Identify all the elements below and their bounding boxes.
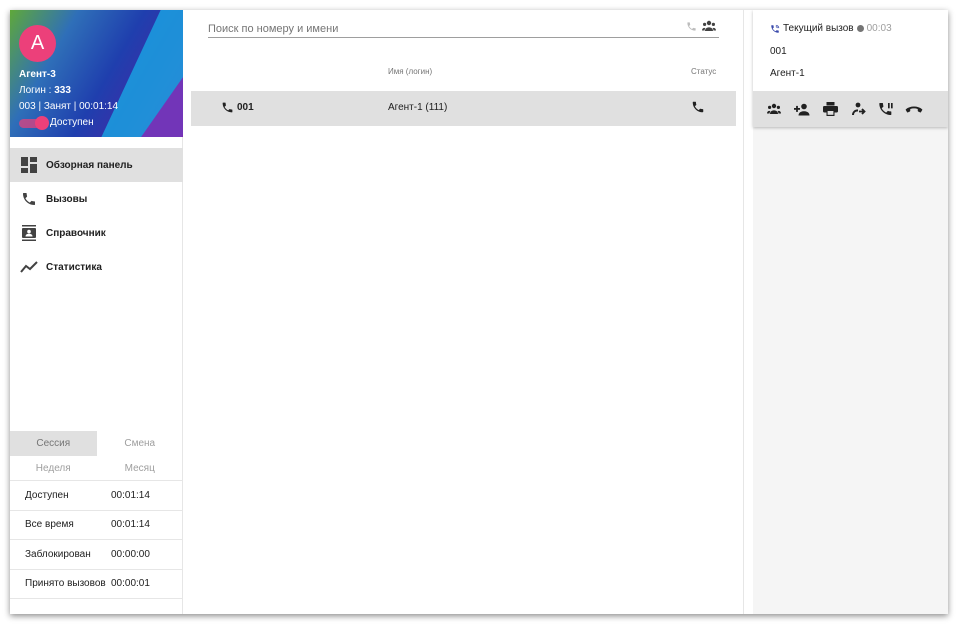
stats-subtabs: Неделя Месяц bbox=[10, 456, 183, 481]
stats-tabs: Сессия Смена bbox=[10, 431, 183, 456]
status-dot bbox=[856, 25, 864, 32]
row-name: Агент-1 (111) bbox=[388, 102, 448, 113]
sidebar-item-label: Статистика bbox=[46, 261, 102, 273]
stats-row: Принято вызовов 00:00:01 bbox=[10, 570, 183, 599]
tab-week[interactable]: Неделя bbox=[10, 456, 97, 480]
phone-in-talk-icon bbox=[770, 24, 780, 34]
chart-line-icon bbox=[20, 258, 38, 276]
print-icon[interactable] bbox=[816, 99, 844, 119]
sidebar: А Агент-3 Логин : 333 003 | Занят | 00:0… bbox=[10, 10, 183, 614]
stats-row: Все время 00:01:14 bbox=[10, 511, 183, 540]
app-window: А Агент-3 Логин : 333 003 | Занят | 00:0… bbox=[10, 10, 948, 614]
current-call-number: 001 bbox=[770, 46, 787, 57]
search-input[interactable] bbox=[208, 23, 668, 35]
avatar[interactable]: А bbox=[19, 25, 56, 62]
login-value: 333 bbox=[54, 85, 71, 96]
stats-label: Доступен bbox=[25, 489, 69, 501]
dashboard-icon bbox=[20, 156, 38, 174]
phone-pause-icon[interactable] bbox=[872, 99, 900, 119]
column-header-name[interactable]: Имя (логин) bbox=[388, 67, 432, 76]
sidebar-item-dashboard[interactable]: Обзорная панель bbox=[10, 148, 183, 182]
main-panel: Имя (логин) Статус 001 Агент-1 (111) bbox=[183, 10, 744, 614]
current-call-header: Текущий вызов 00:03 bbox=[770, 23, 892, 34]
agent-name: Агент-3 bbox=[19, 69, 56, 80]
sidebar-item-statistics[interactable]: Статистика bbox=[10, 250, 183, 284]
current-call-name: Агент-1 bbox=[770, 68, 805, 79]
stats-label: Все время bbox=[25, 519, 74, 531]
login-label: Логин : bbox=[19, 85, 55, 96]
agent-login: Логин : 333 bbox=[19, 85, 71, 96]
stats-value: 00:01:14 bbox=[111, 489, 150, 501]
column-header-status[interactable]: Статус bbox=[691, 67, 716, 76]
group-icon[interactable] bbox=[760, 99, 788, 119]
contacts-icon bbox=[20, 224, 38, 242]
sidebar-nav: Обзорная панель Вызовы Справочник Статис… bbox=[10, 148, 183, 284]
status-phone-icon bbox=[691, 100, 705, 114]
sidebar-item-label: Справочник bbox=[46, 227, 106, 239]
group-icon[interactable] bbox=[702, 19, 716, 33]
call-actions-bar bbox=[753, 91, 948, 127]
sidebar-item-label: Вызовы bbox=[46, 193, 88, 205]
availability-label: Доступен bbox=[50, 117, 94, 128]
stats-value: 00:00:00 bbox=[111, 548, 150, 560]
availability-toggle[interactable] bbox=[19, 116, 49, 130]
stats-row: Доступен 00:01:14 bbox=[10, 481, 183, 511]
current-call-card: Текущий вызов 00:03 001 Агент-1 bbox=[753, 10, 948, 127]
stats-value: 00:01:14 bbox=[111, 519, 150, 531]
current-call-time: 00:03 bbox=[866, 23, 892, 34]
hangup-icon[interactable] bbox=[900, 99, 928, 119]
stats-value: 00:00:01 bbox=[111, 578, 150, 590]
tab-month[interactable]: Месяц bbox=[97, 456, 184, 480]
agent-state: 003 | Занят | 00:01:14 bbox=[19, 101, 119, 112]
stats-label: Принято вызовов bbox=[25, 578, 106, 590]
stats-row: Заблокирован 00:00:00 bbox=[10, 540, 183, 570]
phone-icon bbox=[221, 101, 234, 114]
tab-session[interactable]: Сессия bbox=[10, 431, 97, 456]
row-number: 001 bbox=[221, 101, 254, 114]
sidebar-item-label: Обзорная панель bbox=[46, 159, 133, 171]
phone-icon bbox=[20, 190, 38, 208]
stats-panel: Сессия Смена Неделя Месяц Доступен 00:01… bbox=[10, 431, 183, 599]
sidebar-item-directory[interactable]: Справочник bbox=[10, 216, 183, 250]
profile-card: А Агент-3 Логин : 333 003 | Занят | 00:0… bbox=[10, 10, 183, 137]
phone-icon[interactable] bbox=[684, 19, 698, 33]
tab-shift[interactable]: Смена bbox=[97, 431, 184, 456]
current-call-title: Текущий вызов bbox=[783, 23, 854, 34]
table-row[interactable]: 001 Агент-1 (111) bbox=[191, 91, 736, 126]
stats-label: Заблокирован bbox=[25, 548, 91, 560]
row-number-text: 001 bbox=[237, 102, 254, 113]
current-call-panel: Текущий вызов 00:03 001 Агент-1 bbox=[753, 10, 948, 614]
sidebar-item-calls[interactable]: Вызовы bbox=[10, 182, 183, 216]
transfer-icon[interactable] bbox=[844, 99, 872, 119]
add-person-icon[interactable] bbox=[788, 99, 816, 119]
search-bar bbox=[208, 19, 719, 38]
